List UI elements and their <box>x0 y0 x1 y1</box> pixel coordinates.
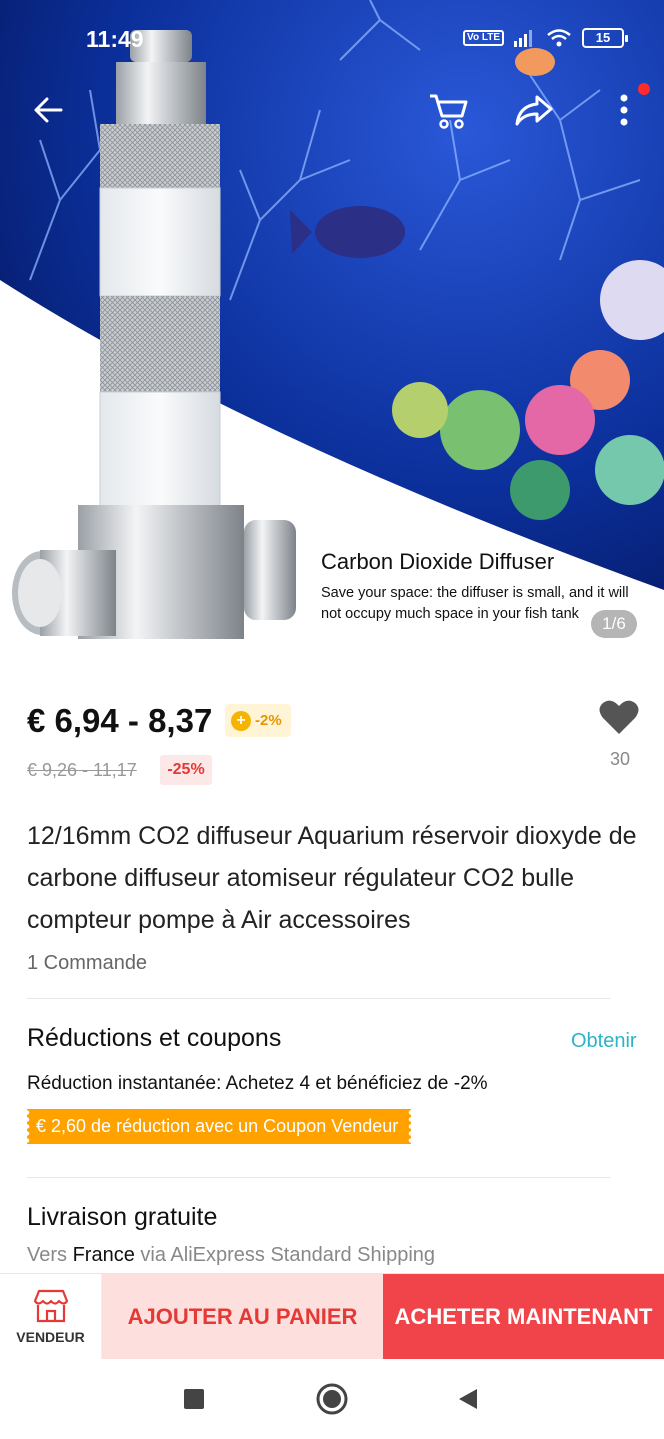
get-coupons-link[interactable]: Obtenir <box>571 1030 637 1053</box>
coin-icon: + <box>231 710 251 731</box>
wishlist-count: 30 <box>609 749 631 769</box>
discount-badge: -25% <box>160 755 212 785</box>
shipping-title: Livraison gratuite <box>27 1203 218 1231</box>
nav-back-icon <box>459 1389 477 1409</box>
image-caption-title: Carbon Dioxide Diffuser <box>321 549 555 574</box>
purchase-action-bar: VENDEUR AJOUTER AU PANIER ACHETER MAINTE… <box>0 1273 664 1360</box>
shipping-method: via AliExpress Standard Shipping <box>140 1244 436 1266</box>
system-navigation-bar <box>0 1359 664 1439</box>
battery-icon: 15 <box>582 28 628 48</box>
seller-label: VENDEUR <box>16 1329 85 1345</box>
product-image-carousel[interactable]: 11:49 Vo LTE 15 Carbon Dioxide Diffuser … <box>0 0 664 664</box>
share-icon <box>515 95 553 126</box>
image-pager: 1/6 <box>591 610 637 638</box>
volte-icon: Vo LTE <box>463 30 504 46</box>
original-price: € 9,26 - 11,17 <box>27 760 137 780</box>
nav-home-icon <box>316 1383 348 1415</box>
order-count: 1 Commande <box>27 952 148 974</box>
divider <box>27 998 610 999</box>
coupons-title: Réductions et coupons <box>27 1024 282 1052</box>
shipping-destination: France <box>72 1244 135 1266</box>
more-icon <box>620 94 628 126</box>
store-icon <box>33 1289 68 1323</box>
status-time: 11:49 <box>86 26 144 52</box>
signal-icon <box>514 30 532 47</box>
promo-text: -2% <box>255 712 282 729</box>
current-price: € 6,94 - 8,37 <box>27 702 213 739</box>
instant-discount-text: Réduction instantanée: Achetez 4 et béné… <box>27 1073 488 1094</box>
seller-coupon[interactable]: € 2,60 de réduction avec un Coupon Vende… <box>27 1109 411 1144</box>
wifi-icon <box>547 29 571 47</box>
back-arrow-icon <box>34 97 63 123</box>
notification-dot <box>638 83 650 95</box>
shipping-info[interactable]: Vers France via AliExpress Standard Ship… <box>27 1244 435 1267</box>
divider <box>27 1177 610 1178</box>
wishlist-button[interactable] <box>598 698 640 741</box>
cart-icon <box>430 94 468 129</box>
nav-square-icon <box>184 1389 204 1409</box>
shipping-prefix: Vers <box>27 1244 68 1266</box>
promo-badge[interactable]: + -2% <box>225 704 291 737</box>
system-back-button[interactable] <box>450 1381 486 1417</box>
heart-icon <box>599 700 639 734</box>
product-title: 12/16mm CO2 diffuseur Aquarium réservoir… <box>27 822 637 934</box>
home-button[interactable] <box>314 1381 350 1417</box>
seller-button[interactable]: VENDEUR <box>0 1274 102 1360</box>
add-to-cart-button[interactable]: AJOUTER AU PANIER <box>102 1274 383 1360</box>
back-button[interactable] <box>22 84 74 136</box>
buy-now-button[interactable]: ACHETER MAINTENANT <box>383 1274 664 1360</box>
recents-button[interactable] <box>176 1381 212 1417</box>
cart-button[interactable] <box>422 84 474 136</box>
status-bar: 11:49 Vo LTE 15 <box>0 0 664 76</box>
share-button[interactable] <box>508 84 560 136</box>
status-icons: Vo LTE 15 <box>463 28 628 48</box>
